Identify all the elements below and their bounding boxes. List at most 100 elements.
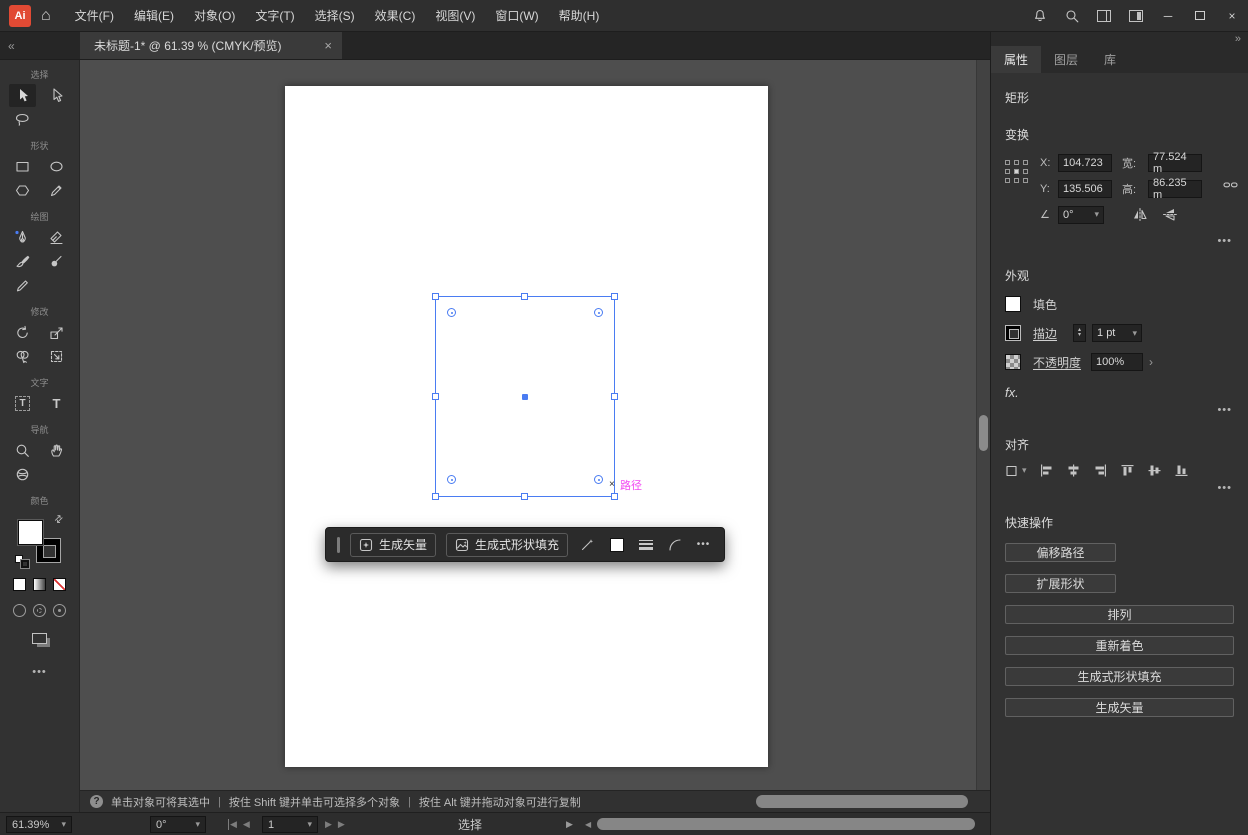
opacity-flyout-icon[interactable]: › [1149,355,1153,369]
draw-inside-mode-icon[interactable] [53,604,66,617]
eraser-tool[interactable] [43,226,70,249]
menu-view[interactable]: 视图(V) [425,0,485,32]
stroke-weight-select[interactable]: 1 pt ▾ [1092,324,1142,342]
vertical-scrollbar[interactable] [976,60,990,790]
close-window-button[interactable]: × [1216,0,1248,32]
color-swatch-icon[interactable] [13,578,26,591]
flip-horizontal-icon[interactable] [1132,207,1148,222]
corner-widget-tl[interactable] [447,308,456,317]
handle-nw[interactable] [432,293,439,300]
stroke-color-swatch[interactable] [1005,325,1021,341]
handle-w[interactable] [432,393,439,400]
workspace-switcher-icon[interactable] [1120,0,1152,32]
y-input[interactable]: 135.506 [1058,180,1112,198]
document-horizontal-scrollbar-thumb[interactable] [597,818,975,830]
artboard-number-select[interactable]: 1 ▾ [262,816,318,833]
menu-edit[interactable]: 编辑(E) [124,0,184,32]
blob-brush-tool[interactable] [43,250,70,273]
taskbar-arc-button[interactable] [665,533,684,557]
canvas[interactable]: × 路径 生成矢量 生成式形状填充 ••• [80,60,990,790]
polygon-tool[interactable] [9,179,36,202]
menu-object[interactable]: 对象(O) [184,0,245,32]
appearance-more-button[interactable]: ••• [1005,404,1232,416]
rotate-tool[interactable] [9,321,36,344]
none-swatch-icon[interactable] [53,578,66,591]
constrain-proportions-link-icon[interactable] [1223,177,1238,192]
fill-color-swatch[interactable] [1005,296,1021,312]
offset-path-button[interactable]: 偏移路径 [1005,543,1116,562]
generative-shape-fill-button[interactable]: 生成式形状填充 [446,533,568,557]
menu-help[interactable]: 帮助(H) [549,0,610,32]
pen-tool[interactable] [9,226,36,249]
next-artboard-button[interactable]: ▶ [325,819,332,830]
selection-tool[interactable] [9,84,36,107]
align-left-icon[interactable] [1039,463,1054,478]
transform-more-button[interactable]: ••• [1005,235,1232,247]
rectangle-tool[interactable] [9,155,36,178]
minimize-button[interactable]: ─ [1152,0,1184,32]
stroke-weight-stepper[interactable]: ▴ ▾ [1073,324,1086,342]
notifications-bell-icon[interactable] [1024,0,1056,32]
lasso-tool[interactable] [9,108,36,131]
corner-widget-tr[interactable] [594,308,603,317]
tab-properties[interactable]: 属性 [991,46,1041,73]
handle-se[interactable] [611,493,618,500]
gradient-swatch-icon[interactable] [33,578,46,591]
app-logo-icon[interactable]: Ai [9,5,31,27]
align-to-select[interactable]: ▾ [1005,464,1027,478]
fill-swatch[interactable] [18,520,43,545]
draw-behind-mode-icon[interactable] [33,604,46,617]
height-input[interactable]: 86.235 m [1148,180,1202,198]
menu-effect[interactable]: 效果(C) [365,0,426,32]
menu-select[interactable]: 选择(S) [305,0,365,32]
type-tool[interactable]: T [43,392,70,415]
edit-toolbar-more-button[interactable]: ••• [0,666,79,678]
previous-artboard-button[interactable]: ◀ [243,819,250,830]
opacity-label-link[interactable]: 不透明度 [1033,354,1081,371]
align-right-icon[interactable] [1093,463,1108,478]
zoom-level-select[interactable]: 61.39% ▾ [6,816,72,833]
status-flyout-icon[interactable]: ▶ [566,819,573,830]
rotate-view-tool[interactable] [9,463,36,486]
align-bottom-icon[interactable] [1174,463,1189,478]
opacity-select[interactable]: 100% [1091,353,1143,371]
first-artboard-button[interactable]: ◀ [228,819,237,830]
search-icon[interactable] [1056,0,1088,32]
taskbar-stroke-button[interactable] [636,533,655,557]
corner-widget-br[interactable] [594,475,603,484]
expand-shape-button[interactable]: 扩展形状 [1005,574,1116,593]
width-input[interactable]: 77.524 m [1148,154,1202,172]
taskbar-fill-swatch[interactable] [607,533,626,557]
hand-tool[interactable] [43,439,70,462]
align-more-button[interactable]: ••• [1005,482,1232,494]
generate-vector-button[interactable]: 生成矢量 [350,533,436,557]
shape-builder-tool[interactable] [9,345,36,368]
zoom-tool[interactable] [9,439,36,462]
touch-type-tool[interactable]: T [9,392,36,415]
menu-type[interactable]: 文字(T) [245,0,304,32]
last-artboard-button[interactable]: ▶ [338,819,345,830]
reference-point-locator[interactable] [1005,160,1028,231]
taskbar-more-button[interactable]: ••• [694,533,713,557]
ellipse-tool[interactable] [43,155,70,178]
default-fill-stroke-icon[interactable] [15,555,29,568]
rotation-angle-select[interactable]: 0° ▾ [1058,206,1104,224]
pencil-tool[interactable] [9,274,36,297]
home-icon[interactable]: ⌂ [41,7,51,25]
recolor-button[interactable]: 重新着色 [1005,636,1234,655]
effects-fx-button[interactable]: fx. [1005,385,1234,400]
handle-n[interactable] [521,293,528,300]
tab-libraries[interactable]: 库 [1091,46,1129,73]
shaper-tool[interactable] [43,179,70,202]
vertical-scrollbar-thumb[interactable] [979,415,988,451]
scale-tool[interactable] [43,321,70,344]
handle-e[interactable] [611,393,618,400]
help-icon[interactable]: ? [90,795,103,808]
stepper-down-icon[interactable]: ▾ [1078,333,1081,338]
collapse-toolbar-icon[interactable]: « [8,39,15,53]
document-tab[interactable]: 未标题-1* @ 61.39 % (CMYK/预览) × [80,32,342,59]
close-tab-icon[interactable]: × [324,38,332,53]
free-transform-tool[interactable] [43,345,70,368]
handle-ne[interactable] [611,293,618,300]
align-vertical-center-icon[interactable] [1147,463,1162,478]
